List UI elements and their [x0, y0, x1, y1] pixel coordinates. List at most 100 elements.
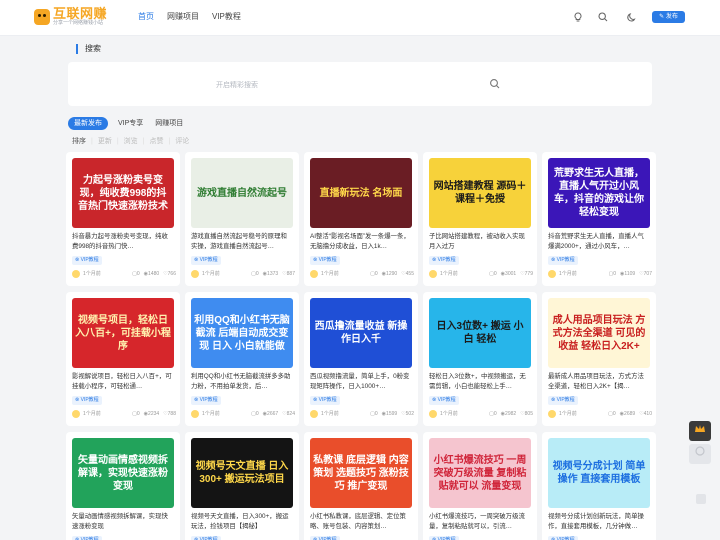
nav-home[interactable]: 首页 [138, 0, 154, 34]
post-thumbnail[interactable]: 视频号分成计划 简单操作 直接套用模板 [548, 438, 650, 508]
like-count: 455 [405, 271, 414, 277]
qr-code-icon[interactable] [696, 494, 706, 504]
post-thumbnail[interactable]: 荒野求生无人直播，直播人气开过小风车，抖音的游戏让你轻松变现 [548, 158, 650, 228]
post-thumbnail[interactable]: 力起号涨粉卖号变现，纯收费998的抖音热门快速涨粉技术 [72, 158, 174, 228]
post-title[interactable]: 矢量动画情感视频拆解课，实现快速涨粉变现 [72, 512, 174, 534]
nav-vip[interactable]: VIP教程 [212, 0, 241, 34]
post-tag[interactable]: ⊗ VIP教程 [548, 536, 578, 540]
author-avatar[interactable] [191, 410, 199, 418]
post-card[interactable]: 视频号天文直播 日入300+ 搬运玩法项目视频号天文直播，日入300+，搬运玩法… [185, 432, 299, 540]
post-meta: 1个月前 ▢ 0 ◉ 1373 ♡ 887 [191, 270, 295, 278]
post-thumbnail[interactable]: 游戏直播自然流起号 [191, 158, 293, 228]
post-thumbnail[interactable]: 直播新玩法 名场面 [310, 158, 412, 228]
post-card[interactable]: 视频号项目，轻松日入八百+，可挂载小程序影视解说项目，轻松日入八百+，可挂载小程… [66, 292, 180, 426]
post-card[interactable]: 西瓜撸流量收益 新操作日入千西瓜视频撸流量，简单上手，0粉变现矩阵操作，日入10… [304, 292, 418, 426]
post-title[interactable]: 小红书爆流技巧，一周突破万级流量，复制粘贴就可以，引流… [429, 512, 531, 534]
post-thumbnail[interactable]: 视频号天文直播 日入300+ 搬运玩法项目 [191, 438, 293, 508]
post-card[interactable]: 利用QQ和小红书无脑截流 后端自动成交变现 日入 小白就能做利用QQ和小红书无脑… [185, 292, 299, 426]
post-title[interactable]: AI整活“影视名场面”发一条爆一条，无脑撸分成收益，日入1k… [310, 232, 412, 254]
like-count: 824 [286, 411, 295, 417]
post-thumbnail[interactable]: 矢量动画情感视频拆解课，实现快速涨粉变现 [72, 438, 174, 508]
post-title[interactable]: 最新成人用品项目玩法，方式方法全渠道，轻松日入2K+【揭… [548, 372, 650, 394]
author-avatar[interactable] [72, 270, 80, 278]
post-tag[interactable]: ⊗ VIP教程 [310, 256, 340, 265]
post-tag[interactable]: ⊗ VIP教程 [310, 536, 340, 540]
moon-icon[interactable] [626, 11, 638, 23]
post-tag[interactable]: ⊗ VIP教程 [429, 396, 459, 405]
post-tag[interactable]: ⊗ VIP教程 [191, 256, 221, 265]
tab-vip[interactable]: VIP专享 [118, 117, 143, 130]
site-logo[interactable]: 互联网赚 分享一个网络赚钱小站 [34, 7, 107, 27]
logo-subtitle: 分享一个网络赚钱小站 [53, 20, 104, 26]
post-card[interactable]: 日入3位数+ 搬运 小白 轻松轻松日入3位数+，中视频搬运，无需剪辑，小白也能轻… [423, 292, 537, 426]
comment-count: 0 [255, 411, 259, 417]
logo-title: 互联网赚 [53, 6, 108, 21]
bulb-icon[interactable] [572, 11, 584, 23]
post-tag[interactable]: ⊗ VIP教程 [72, 396, 102, 405]
author-avatar[interactable] [429, 410, 437, 418]
post-time: 1个月前 [440, 411, 458, 417]
post-thumbnail[interactable]: 日入3位数+ 搬运 小白 轻松 [429, 298, 531, 368]
post-card[interactable]: 私教课 底层逻辑 内容策划 选题技巧 涨粉技巧 推广变现小红书私教课，底层逻辑、… [304, 432, 418, 540]
post-tag[interactable]: ⊗ VIP教程 [548, 396, 578, 405]
comment-count: 0 [493, 271, 497, 277]
post-tag[interactable]: ⊗ VIP教程 [191, 536, 221, 540]
post-title[interactable]: 利用QQ和小红书无脑截流拼多多助力粉，不用拍单发货，后… [191, 372, 293, 394]
share-icon[interactable] [689, 444, 711, 464]
post-thumbnail[interactable]: 利用QQ和小红书无脑截流 后端自动成交变现 日入 小白就能做 [191, 298, 293, 368]
post-tag[interactable]: ⊗ VIP教程 [429, 256, 459, 265]
post-tag[interactable]: ⊗ VIP教程 [310, 396, 340, 405]
author-avatar[interactable] [548, 410, 556, 418]
author-avatar[interactable] [310, 410, 318, 418]
author-avatar[interactable] [191, 270, 199, 278]
post-card[interactable]: 视频号分成计划 简单操作 直接套用模板视频号分成计划创新玩法，简单操作，直接套用… [542, 432, 656, 540]
post-thumbnail[interactable]: 私教课 底层逻辑 内容策划 选题技巧 涨粉技巧 推广变现 [310, 438, 412, 508]
post-title[interactable]: 抖音荒野求生无人直播，直播人气爆满2000+，通过小风车，… [548, 232, 650, 254]
post-title[interactable]: 子比网站搭建教程，被动收入实现月入过万 [429, 232, 531, 254]
nav-projects[interactable]: 网赚项目 [167, 0, 199, 34]
search-input[interactable]: 开启精彩搜索 [216, 80, 258, 90]
author-avatar[interactable] [310, 270, 318, 278]
post-title[interactable]: 游戏直播自然流起号稳号的原理和实操，游戏直播自然流起号… [191, 232, 293, 254]
post-title[interactable]: 抖音暴力起号涨粉卖号变现，纯收费998的抖音热门快… [72, 232, 174, 254]
post-tag[interactable]: ⊗ VIP教程 [72, 256, 102, 265]
post-tag[interactable]: ⊗ VIP教程 [429, 536, 459, 540]
post-title[interactable]: 轻松日入3位数+，中视频搬运，无需剪辑，小白也能轻松上手… [429, 372, 531, 394]
post-title[interactable]: 视频号分成计划创新玩法，简单操作，直接套用模板，几分钟做… [548, 512, 650, 534]
post-thumbnail[interactable]: 视频号项目，轻松日入八百+，可挂载小程序 [72, 298, 174, 368]
author-avatar[interactable] [72, 410, 80, 418]
post-title[interactable]: 影视解说项目，轻松日入八百+，可挂载小程序，可轻松通… [72, 372, 174, 394]
post-title[interactable]: 小红书私教课，底层逻辑、定位策略、账号包装、内容策划… [310, 512, 412, 534]
post-thumbnail[interactable]: 网站搭建教程 源码＋课程＋免授 [429, 158, 531, 228]
post-thumbnail[interactable]: 成人用品项目玩法 方式方法全渠道 可见的收益 轻松日入2K+ [548, 298, 650, 368]
thumbnail-caption: 力起号涨粉卖号变现，纯收费998的抖音热门快速涨粉技术 [78, 174, 168, 212]
post-card[interactable]: 力起号涨粉卖号变现，纯收费998的抖音热门快速涨粉技术抖音暴力起号涨粉卖号变现，… [66, 152, 180, 286]
post-tag[interactable]: ⊗ VIP教程 [72, 536, 102, 540]
sort-comments[interactable]: 评论 [175, 137, 189, 146]
tab-projects[interactable]: 网赚项目 [155, 117, 183, 130]
sort-views[interactable]: 浏览 [124, 137, 138, 146]
post-title[interactable]: 视频号天文直播，日入300+，搬运玩法，捡钱项目【揭秘】 [191, 512, 293, 534]
sort-updated[interactable]: 更新 [98, 137, 112, 146]
tab-latest[interactable]: 最新发布 [68, 117, 108, 130]
search-submit-icon[interactable] [488, 77, 502, 91]
post-thumbnail[interactable]: 小红书爆流技巧 一周突破万级流量 复制粘贴就可以 流量变现 [429, 438, 531, 508]
crown-icon[interactable] [689, 421, 711, 441]
post-card[interactable]: 矢量动画情感视频拆解课，实现快速涨粉变现 矢量动画情感视频拆解课，实现快速涨粉变现… [66, 432, 180, 540]
author-avatar[interactable] [548, 270, 556, 278]
post-title[interactable]: 西瓜视频撸流量，简单上手，0粉变现矩阵操作，日入1000+… [310, 372, 412, 394]
post-card[interactable]: 直播新玩法 名场面 AI整活“影视名场面”发一条爆一条，无脑撸分成收益，日入1k…… [304, 152, 418, 286]
post-card[interactable]: 成人用品项目玩法 方式方法全渠道 可见的收益 轻松日入2K+ 最新成人用品项目玩法… [542, 292, 656, 426]
search-icon[interactable] [597, 11, 609, 23]
sort-likes[interactable]: 点赞 [149, 137, 163, 146]
post-tag[interactable]: ⊗ VIP教程 [191, 396, 221, 405]
post-card[interactable]: 小红书爆流技巧 一周突破万级流量 复制粘贴就可以 流量变现小红书爆流技巧，一周突… [423, 432, 537, 540]
post-thumbnail[interactable]: 西瓜撸流量收益 新操作日入千 [310, 298, 412, 368]
publish-button[interactable]: ✎ 发布 [652, 11, 685, 23]
post-card[interactable]: 网站搭建教程 源码＋课程＋免授子比网站搭建教程，被动收入实现月入过万 ⊗ VIP教… [423, 152, 537, 286]
post-tag[interactable]: ⊗ VIP教程 [548, 256, 578, 265]
author-avatar[interactable] [429, 270, 437, 278]
view-count: 2982 [505, 411, 517, 417]
post-card[interactable]: 荒野求生无人直播，直播人气开过小风车，抖音的游戏让你轻松变现抖音荒野求生无人直播… [542, 152, 656, 286]
post-card[interactable]: 游戏直播自然流起号游戏直播自然流起号稳号的原理和实操，游戏直播自然流起号… ⊗ V… [185, 152, 299, 286]
